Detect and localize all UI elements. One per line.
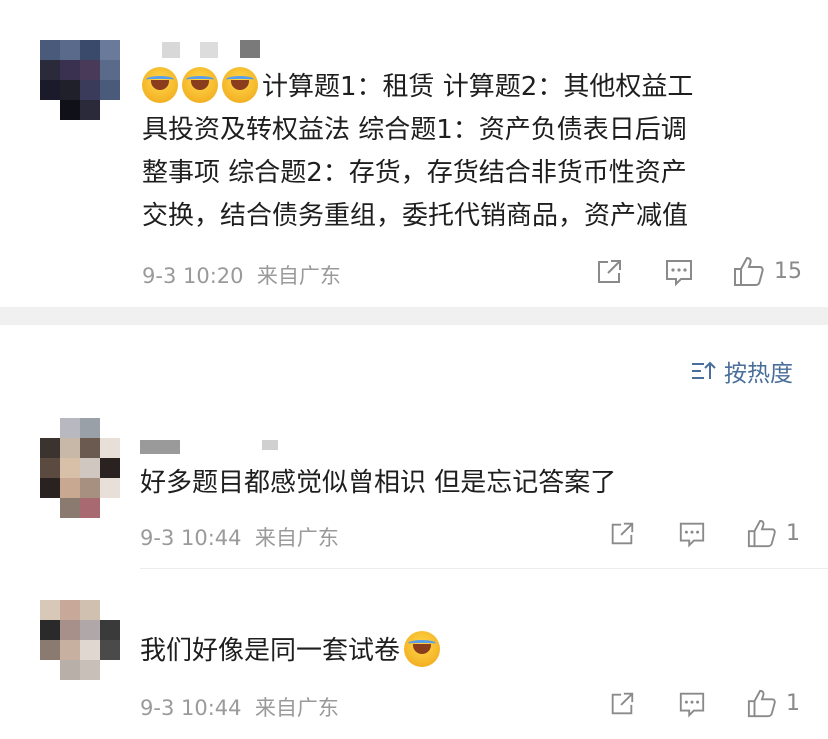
share-button[interactable] — [594, 257, 624, 287]
share-button[interactable] — [608, 690, 636, 718]
comment-time: 9-3 10:44 — [140, 696, 242, 720]
comment-button[interactable] — [678, 520, 706, 548]
post-text-line-4: 交换，结合债务重组，委托代销商品，资产减值 — [142, 201, 689, 231]
post-source: 来自广东 — [256, 264, 341, 288]
comment-source: 来自广东 — [254, 696, 339, 720]
like-button[interactable]: 1 — [746, 518, 800, 548]
like-button[interactable]: 15 — [732, 255, 802, 287]
crying-laughing-emoji — [222, 67, 258, 103]
post-text-line-2: 具投资及转权益法 综合题1：资产负债表日后调 — [142, 115, 687, 145]
post-meta: 9-3 10:20 来自广东 — [142, 260, 341, 290]
thumbs-up-icon — [747, 519, 776, 548]
comment-icon — [666, 260, 692, 287]
post-text-line-1: 计算题1：租赁 计算题2：其他权益工 — [262, 72, 694, 102]
share-icon — [598, 260, 621, 283]
comment-button[interactable] — [678, 690, 706, 718]
comment-time: 9-3 10:44 — [140, 526, 242, 550]
share-button[interactable] — [608, 520, 636, 548]
sort-icon — [692, 361, 716, 379]
like-count: 1 — [786, 690, 800, 716]
share-icon — [611, 522, 634, 545]
comment-meta: 9-3 10:44 来自广东 — [140, 692, 339, 722]
thumbs-up-icon — [747, 689, 776, 718]
comment-button[interactable] — [664, 257, 694, 287]
thumbs-up-icon — [734, 256, 764, 286]
comment-source: 来自广东 — [254, 526, 339, 550]
crying-laughing-emoji — [142, 67, 178, 103]
comment-text: 好多题目都感觉似曾相识 但是忘记答案了 — [140, 468, 617, 498]
post-text-line-3: 整事项 综合题2：存货，存货结合非货币性资产 — [142, 158, 687, 188]
sort-label: 按热度 — [724, 361, 793, 387]
avatar[interactable] — [40, 600, 120, 680]
post-time: 9-3 10:20 — [142, 264, 244, 288]
comment-meta: 9-3 10:44 来自广东 — [140, 522, 339, 552]
share-icon — [611, 692, 634, 715]
like-count: 15 — [774, 258, 802, 284]
crying-laughing-emoji — [182, 67, 218, 103]
comment-icon — [679, 522, 705, 548]
avatar[interactable] — [40, 40, 120, 120]
post-text: 计算题1：租赁 计算题2：其他权益工 具投资及转权益法 综合题1：资产负债表日后… — [142, 66, 802, 238]
comment-icon — [679, 692, 705, 718]
avatar[interactable] — [40, 418, 120, 518]
section-divider — [0, 307, 828, 325]
comment-text-content: 我们好像是同一套试卷 — [140, 636, 401, 666]
comment-text: 我们好像是同一套试卷 — [140, 630, 444, 673]
like-count: 1 — [786, 520, 800, 546]
like-button[interactable]: 1 — [746, 688, 800, 718]
sort-by-hot-button[interactable]: 按热度 — [690, 354, 793, 388]
comment-separator — [140, 568, 828, 569]
crying-laughing-emoji — [404, 631, 441, 667]
